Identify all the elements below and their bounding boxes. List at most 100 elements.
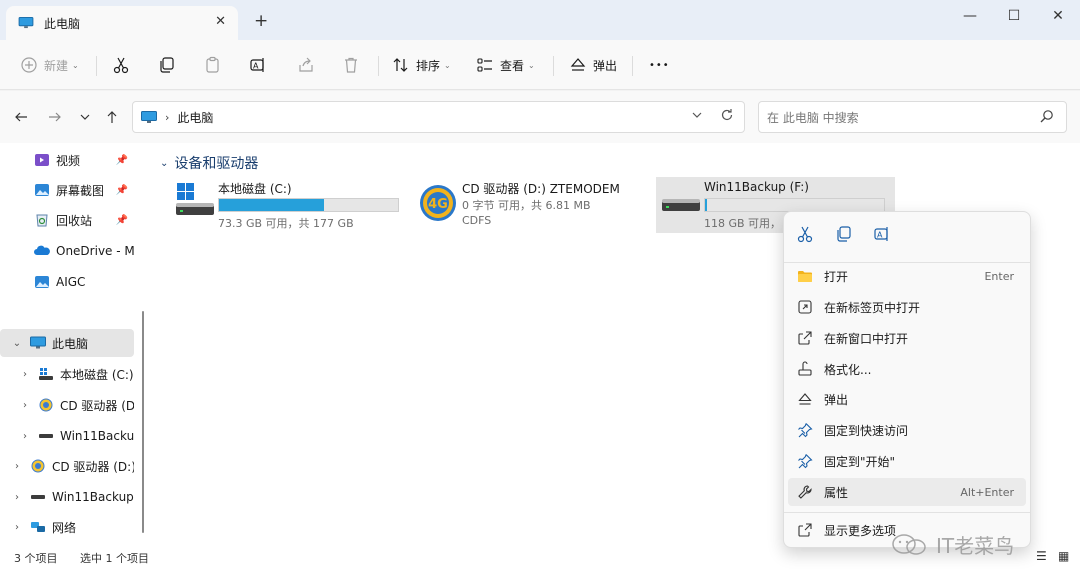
drive-badge: 4G (428, 197, 448, 212)
eject-button[interactable]: 弹出 (569, 52, 617, 78)
chevron-right-icon: › (165, 110, 170, 124)
more-options-button[interactable]: ••• (649, 52, 670, 78)
sidebar-item-network[interactable]: › 网络 (0, 513, 134, 541)
paste-button[interactable] (204, 52, 222, 78)
chevron-down-icon: ⌄ (444, 60, 451, 70)
details-view-button[interactable]: ☰ (1036, 549, 1047, 563)
sidebar-item-videos[interactable]: 视频 📌 (0, 146, 134, 174)
new-button[interactable]: 新建 ⌄ (20, 52, 79, 78)
arrow-right-icon (49, 112, 61, 122)
tab-close-button[interactable]: ✕ (215, 14, 226, 29)
menu-item-properties[interactable]: 属性 Alt+Enter (788, 478, 1026, 506)
group-header-devices[interactable]: ⌄ 设备和驱动器 (160, 153, 258, 173)
sidebar-tree-item-d-drive[interactable]: › CD 驱动器 (D: (0, 391, 134, 419)
menu-item-pin-start[interactable]: 固定到"开始" (788, 447, 1026, 475)
pin-icon (798, 423, 813, 438)
tiles-view-button[interactable]: ▦ (1058, 549, 1069, 563)
refresh-button[interactable] (720, 108, 734, 126)
up-button[interactable] (103, 108, 121, 126)
menu-item-open-new-window[interactable]: 在新窗口中打开 (788, 324, 1026, 352)
drive-tile-d[interactable]: 4G CD 驱动器 (D:) ZTEMODEM 0 字节 可用，共 6.81 M… (414, 177, 646, 233)
sidebar-item-label: CD 驱动器 (D: (60, 398, 134, 413)
address-history-button[interactable] (692, 110, 702, 123)
view-button[interactable]: 查看 ⌄ (476, 52, 535, 78)
sidebar-scrollbar[interactable] (142, 311, 144, 533)
pin-icon: 📌 (115, 154, 128, 166)
view-list-icon (477, 58, 492, 72)
sidebar-item-label: 本地磁盘 (C:) (60, 367, 134, 382)
maximize-button[interactable]: ☐ (992, 4, 1036, 28)
delete-button[interactable] (342, 52, 360, 78)
copy-icon[interactable] (835, 225, 853, 243)
chevron-right-icon: › (23, 399, 27, 411)
new-tab-button[interactable]: + (254, 11, 268, 31)
menu-item-label: 在新窗口中打开 (824, 331, 909, 346)
sidebar-item-aigc[interactable]: AIGC (0, 268, 134, 296)
recent-locations-button[interactable] (76, 108, 94, 126)
sidebar-item-d-drive[interactable]: › CD 驱动器 (D:) (0, 452, 134, 480)
menu-item-label: 格式化... (824, 362, 872, 377)
scissors-icon[interactable] (796, 225, 814, 243)
sidebar-item-label: 屏幕截图 (56, 183, 105, 198)
rename-icon[interactable]: A (873, 225, 891, 243)
menu-item-eject[interactable]: 弹出 (788, 385, 1026, 413)
drive-icon (31, 495, 45, 499)
sidebar-tree-item-c-drive[interactable]: › 本地磁盘 (C:) (0, 360, 134, 388)
sidebar-item-label: 此电脑 (52, 336, 89, 351)
menu-item-open[interactable]: 打开 Enter (788, 262, 1026, 290)
menu-item-open-new-tab[interactable]: 在新标签页中打开 (788, 293, 1026, 321)
search-icon (1040, 110, 1053, 123)
rename-button[interactable]: A (249, 52, 267, 78)
sort-button[interactable]: 排序 ⌄ (392, 52, 451, 78)
chevron-down-icon: ⌄ (12, 337, 22, 349)
svg-text:A: A (877, 231, 883, 240)
watermark: IT老菜鸟 (890, 530, 1014, 559)
sidebar-item-label: AIGC (56, 275, 86, 289)
chevron-down-icon: ⌄ (528, 60, 535, 70)
pin-icon: 📌 (115, 214, 128, 226)
menu-item-pin-quick-access[interactable]: 固定到快速访问 (788, 416, 1026, 444)
drive-name: 本地磁盘 (C:) (218, 182, 292, 196)
context-quick-actions: A (784, 220, 1030, 250)
sidebar-item-label: 回收站 (56, 213, 93, 228)
minimize-button[interactable]: — (948, 4, 992, 28)
new-window-icon (798, 331, 812, 345)
back-button[interactable] (12, 108, 30, 126)
forward-button[interactable] (46, 108, 64, 126)
more-options-icon (798, 523, 812, 537)
sidebar-item-label: Win11Backup (52, 490, 134, 504)
drive-name: CD 驱动器 (D:) ZTEMODEM (462, 182, 620, 196)
share-button[interactable] (297, 52, 315, 78)
chevron-down-icon: ⌄ (72, 60, 79, 70)
menu-divider (784, 512, 1030, 513)
drive-space-info: 73.3 GB 可用，共 177 GB (218, 217, 354, 230)
address-bar[interactable]: › 此电脑 (132, 101, 745, 133)
sidebar-item-label: 视频 (56, 153, 81, 168)
search-input[interactable]: 在 此电脑 中搜索 (758, 101, 1067, 133)
sidebar-item-onedrive[interactable]: OneDrive - MS (0, 237, 134, 265)
sidebar-item-win11backup[interactable]: › Win11Backup (0, 483, 134, 511)
drive-tile-c[interactable]: 本地磁盘 (C:) 73.3 GB 可用，共 177 GB (170, 177, 410, 233)
sidebar-tree-item-f-drive[interactable]: › Win11Backup (0, 422, 134, 450)
chevron-right-icon: › (23, 368, 27, 380)
close-window-button[interactable]: ✕ (1036, 4, 1080, 28)
refresh-icon (721, 109, 733, 121)
sidebar-item-label: CD 驱动器 (D:) (52, 459, 134, 474)
monitor-icon (30, 336, 46, 349)
sidebar-item-recycle-bin[interactable]: 回收站 📌 (0, 206, 134, 234)
menu-item-shortcut: Enter (984, 269, 1014, 283)
picture-icon (35, 184, 49, 196)
tab-this-pc[interactable]: 此电脑 ✕ (6, 6, 238, 40)
drive-name: Win11Backup (F:) (704, 180, 809, 194)
cut-button[interactable] (112, 52, 130, 78)
view-label: 查看 (500, 58, 525, 73)
breadcrumb-this-pc[interactable]: 此电脑 (177, 109, 213, 126)
new-tab-icon (798, 300, 812, 314)
chevron-right-icon: › (15, 460, 19, 472)
arrow-up-icon (107, 111, 117, 123)
copy-button[interactable] (158, 52, 176, 78)
sidebar-item-this-pc[interactable]: ⌄ 此电脑 (0, 329, 134, 357)
sidebar-item-screenshots[interactable]: 屏幕截图 📌 (0, 176, 134, 204)
menu-item-format[interactable]: 格式化... (788, 355, 1026, 383)
wrench-icon (798, 485, 812, 499)
